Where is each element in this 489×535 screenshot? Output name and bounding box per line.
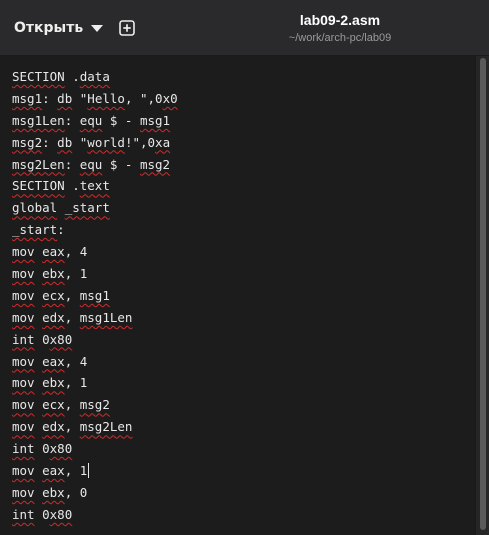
code-line: mov eax, 4 [12,244,88,260]
header-bar: Открыть lab09-2.asm ~/work/arch-pc/lab09 [0,0,489,56]
open-button-label: Открыть [14,20,84,36]
document-title: lab09-2.asm [299,12,381,28]
chevron-down-icon [91,25,104,32]
code-line: mov eax, 4 [12,353,88,369]
plus-box-icon [119,20,135,36]
code-line: mov ecx, msg1 [12,287,110,303]
code-line: SECTION .text [12,178,110,194]
code-line: mov ebx, 1 [12,266,88,282]
code-text[interactable]: SECTION .data msg1: db "Hello, ",0x0 msg1L… [12,66,178,526]
code-line: mov edx, msg1Len [12,309,133,325]
code-line: mov ebx, 0 [12,484,88,500]
code-line: mov ebx, 1 [12,375,88,391]
vertical-scrollbar[interactable] [475,56,489,535]
new-document-button[interactable] [113,14,141,42]
code-line: int 0x80 [12,331,73,347]
code-line: msg2: db "world!",0xa [12,134,171,150]
code-editor[interactable]: SECTION .data msg1: db "Hello, ",0x0 msg1L… [0,56,476,535]
code-line: SECTION .data [12,69,110,84]
code-line: msg2Len: equ $ - msg2 [12,156,171,172]
code-line: msg1Len: equ $ - msg1 [12,112,171,128]
scrollbar-thumb[interactable] [480,58,486,530]
code-line: global _start [12,200,110,216]
title-block: lab09-2.asm ~/work/arch-pc/lab09 [240,11,440,46]
open-button[interactable]: Открыть [6,12,111,44]
code-line: int 0x80 [12,506,73,522]
document-path: ~/work/arch-pc/lab09 [288,32,392,44]
code-line: mov eax, 1 [12,463,90,479]
text-cursor [88,463,90,479]
text-editor-window: Открыть lab09-2.asm ~/work/arch-pc/lab09… [0,0,489,535]
code-line: _start: [12,222,65,238]
code-line: int 0x80 [12,441,73,457]
code-line: mov edx, msg2Len [12,419,133,435]
code-line: msg1: db "Hello, ",0x0 [12,90,178,106]
code-line: mov ecx, msg2 [12,397,110,413]
